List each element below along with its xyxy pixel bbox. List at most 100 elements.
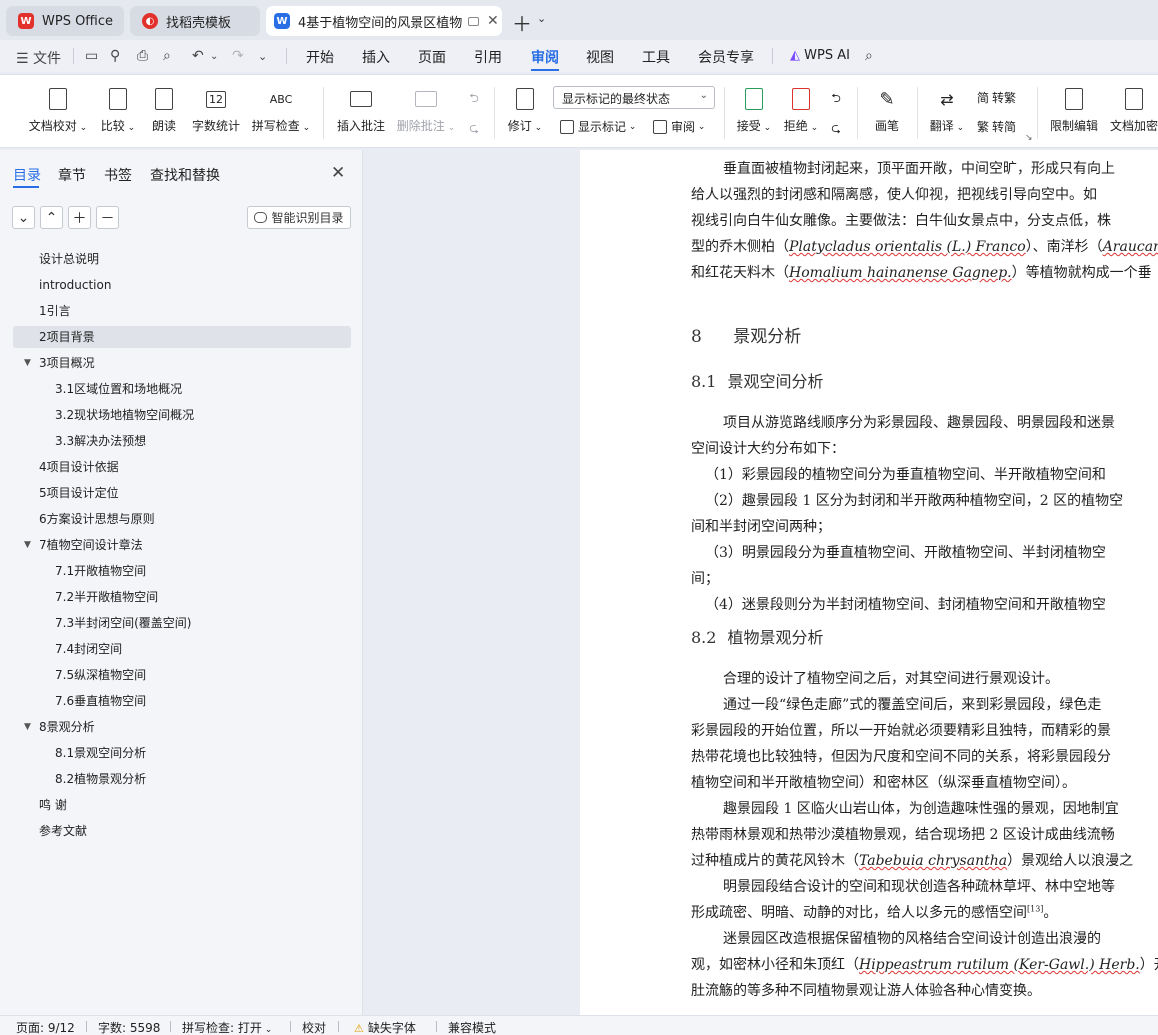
- toc-item[interactable]: ▼ 3项目概况: [13, 352, 351, 374]
- redo-icon[interactable]: ↷: [232, 48, 244, 64]
- status-bar: 页面: 9/12 字数: 5598 拼写检查: 打开 ⌄ 校对 ⚠ 缺失字体 兼容…: [0, 1015, 1158, 1035]
- toc-item[interactable]: 5项目设计定位: [13, 482, 351, 504]
- toc-item[interactable]: 3.1区域位置和场地概况: [13, 378, 351, 400]
- print-preview-icon[interactable]: ⌕: [163, 48, 171, 64]
- expand-down-icon[interactable]: ⌄: [12, 206, 35, 229]
- accept-button[interactable]: 接受 ⌄: [735, 75, 773, 134]
- spell-check-button[interactable]: ABC 拼写检查 ⌄: [251, 75, 311, 134]
- word-count-indicator[interactable]: 字数: 5598: [98, 1019, 160, 1035]
- toc-item[interactable]: 7.4封闭空间: [13, 638, 351, 660]
- print-icon[interactable]: ⎙: [137, 48, 148, 64]
- toc-item[interactable]: 参考文献: [13, 820, 351, 842]
- next-comment-icon[interactable]: ⮎: [464, 119, 484, 140]
- toc-item[interactable]: ▼ 8景观分析: [13, 716, 351, 738]
- restrict-edit-button[interactable]: 限制编辑: [1048, 75, 1100, 134]
- more-chevron-icon[interactable]: ⌄: [258, 50, 267, 63]
- prev-change-icon[interactable]: ⮌: [826, 89, 846, 110]
- file-menu[interactable]: ☰ 文件: [16, 48, 61, 68]
- to-simplified-button[interactable]: 繁转简: [977, 118, 1016, 135]
- tab-find-replace[interactable]: 查找和替换: [150, 165, 220, 185]
- menu-tools[interactable]: 工具: [642, 47, 670, 67]
- tab-wps-office[interactable]: W WPS Office: [6, 6, 124, 36]
- menu-reference[interactable]: 引用: [474, 47, 502, 67]
- missing-font-status[interactable]: ⚠ 缺失字体: [354, 1019, 416, 1035]
- tab-chapters[interactable]: 章节: [58, 165, 86, 185]
- review-pane-button[interactable]: 审阅 ⌄: [653, 118, 705, 135]
- pen-button[interactable]: ✎ 画笔: [872, 75, 902, 134]
- toc-item[interactable]: 6方案设计思想与原则: [13, 508, 351, 530]
- menu-start[interactable]: 开始: [306, 47, 334, 67]
- delete-comment-button[interactable]: 删除批注 ⌄: [396, 75, 456, 134]
- toc-item[interactable]: 7.2半开敞植物空间: [13, 586, 351, 608]
- save-icon[interactable]: ▭: [85, 48, 98, 64]
- menu-review[interactable]: 审阅: [531, 47, 559, 67]
- reject-button[interactable]: 拒绝 ⌄: [782, 75, 820, 134]
- tab-bookmarks[interactable]: 书签: [104, 165, 132, 185]
- doc-check-button[interactable]: 文档校对 ⌄: [28, 75, 88, 134]
- word-count-button[interactable]: 12 字数统计: [191, 75, 241, 134]
- page-indicator[interactable]: 页面: 9/12: [16, 1019, 75, 1035]
- translate-button[interactable]: ⇄ 翻译 ⌄: [928, 75, 966, 134]
- prev-comment-icon[interactable]: ⮌: [464, 89, 484, 110]
- menu-view[interactable]: 视图: [586, 47, 614, 67]
- remove-heading-icon[interactable]: －: [96, 206, 119, 229]
- toc-item[interactable]: 3.2现状场地植物空间概况: [13, 404, 351, 426]
- show-markup-button[interactable]: 显示标记 ⌄: [560, 118, 636, 135]
- markup-display-select[interactable]: 显示标记的最终状态 ⌄: [553, 86, 715, 109]
- toc-item[interactable]: 3.3解决办法预想: [13, 430, 351, 452]
- new-tab-icon[interactable]: ＋: [512, 8, 532, 37]
- expand-toggle-icon[interactable]: ▼: [24, 716, 31, 738]
- spell-check-status[interactable]: 拼写检查: 打开 ⌄: [182, 1019, 272, 1035]
- toc-item-label: 8景观分析: [39, 720, 95, 734]
- toc-item[interactable]: 7.3半封闭空间(覆盖空间): [13, 612, 351, 634]
- toc-item[interactable]: 8.2植物景观分析: [13, 768, 351, 790]
- toc-item[interactable]: 7.5纵深植物空间: [13, 664, 351, 686]
- toc-item[interactable]: 4项目设计依据: [13, 456, 351, 478]
- compat-mode-status[interactable]: 兼容模式: [448, 1019, 496, 1035]
- undo-dropdown-icon[interactable]: ⌄: [210, 51, 218, 62]
- read-aloud-button[interactable]: 朗读: [149, 75, 179, 134]
- share-icon[interactable]: ⚲: [110, 48, 120, 64]
- tab-docer[interactable]: ◐ 找稻壳模板: [130, 6, 260, 36]
- toc-item[interactable]: 2项目背景: [13, 326, 351, 348]
- smart-toc-button[interactable]: 智能识别目录: [247, 206, 351, 229]
- close-tab-icon[interactable]: ✕: [487, 13, 499, 29]
- chevron-down-icon[interactable]: ⌄: [537, 12, 546, 25]
- menu-member[interactable]: 会员专享: [698, 47, 754, 67]
- revise-button[interactable]: 修订 ⌄: [505, 75, 545, 134]
- wps-ai-button[interactable]: ◭ WPS AI: [790, 48, 850, 63]
- toc-item[interactable]: 1引言: [13, 300, 351, 322]
- citation-marker[interactable]: [13]: [1027, 904, 1043, 913]
- undo-icon[interactable]: ↶: [192, 48, 204, 64]
- expand-toggle-icon[interactable]: ▼: [24, 352, 31, 374]
- to-traditional-button[interactable]: 简转繁: [977, 89, 1016, 106]
- toc-item-label: 8.2植物景观分析: [55, 772, 147, 786]
- toc-item[interactable]: 7.6垂直植物空间: [13, 690, 351, 712]
- tab-toc[interactable]: 目录: [13, 165, 41, 185]
- toc-item[interactable]: introduction: [13, 274, 351, 296]
- menu-insert[interactable]: 插入: [362, 47, 390, 67]
- next-change-icon[interactable]: ⮎: [826, 119, 846, 140]
- toc-item[interactable]: 7.1开敞植物空间: [13, 560, 351, 582]
- dialog-launcher-icon[interactable]: ↘: [1025, 133, 1033, 143]
- insert-comment-button[interactable]: 插入批注: [336, 75, 386, 134]
- toc-item[interactable]: 8.1景观空间分析: [13, 742, 351, 764]
- toc-item-label: 7.1开敞植物空间: [55, 564, 147, 578]
- close-panel-icon[interactable]: ✕: [331, 163, 345, 183]
- toc-item[interactable]: 鸣 谢: [13, 794, 351, 816]
- collapse-up-icon[interactable]: ⌃: [40, 206, 63, 229]
- search-icon[interactable]: ⌕: [865, 48, 873, 64]
- monitor-icon[interactable]: [468, 16, 479, 26]
- add-heading-icon[interactable]: ＋: [68, 206, 91, 229]
- read-aloud-label: 朗读: [151, 119, 176, 133]
- toc-item[interactable]: ▼ 7植物空间设计章法: [13, 534, 351, 556]
- compare-button[interactable]: 比较 ⌄: [98, 75, 138, 134]
- traditional-icon: 简: [977, 91, 990, 105]
- document-page[interactable]: 垂直面被植物封闭起来，顶平面开敞，中间空旷，形成只有向上 给人以强烈的封闭感和隔…: [580, 150, 1158, 1015]
- proofread-status[interactable]: 校对: [302, 1019, 326, 1035]
- doc-encrypt-button[interactable]: 文档加密: [1108, 75, 1158, 134]
- menu-page[interactable]: 页面: [418, 47, 446, 67]
- tab-document[interactable]: W 4基于植物空间的风景区植物景 ✕: [266, 6, 502, 36]
- toc-item[interactable]: 设计总说明: [13, 248, 351, 270]
- expand-toggle-icon[interactable]: ▼: [24, 534, 31, 556]
